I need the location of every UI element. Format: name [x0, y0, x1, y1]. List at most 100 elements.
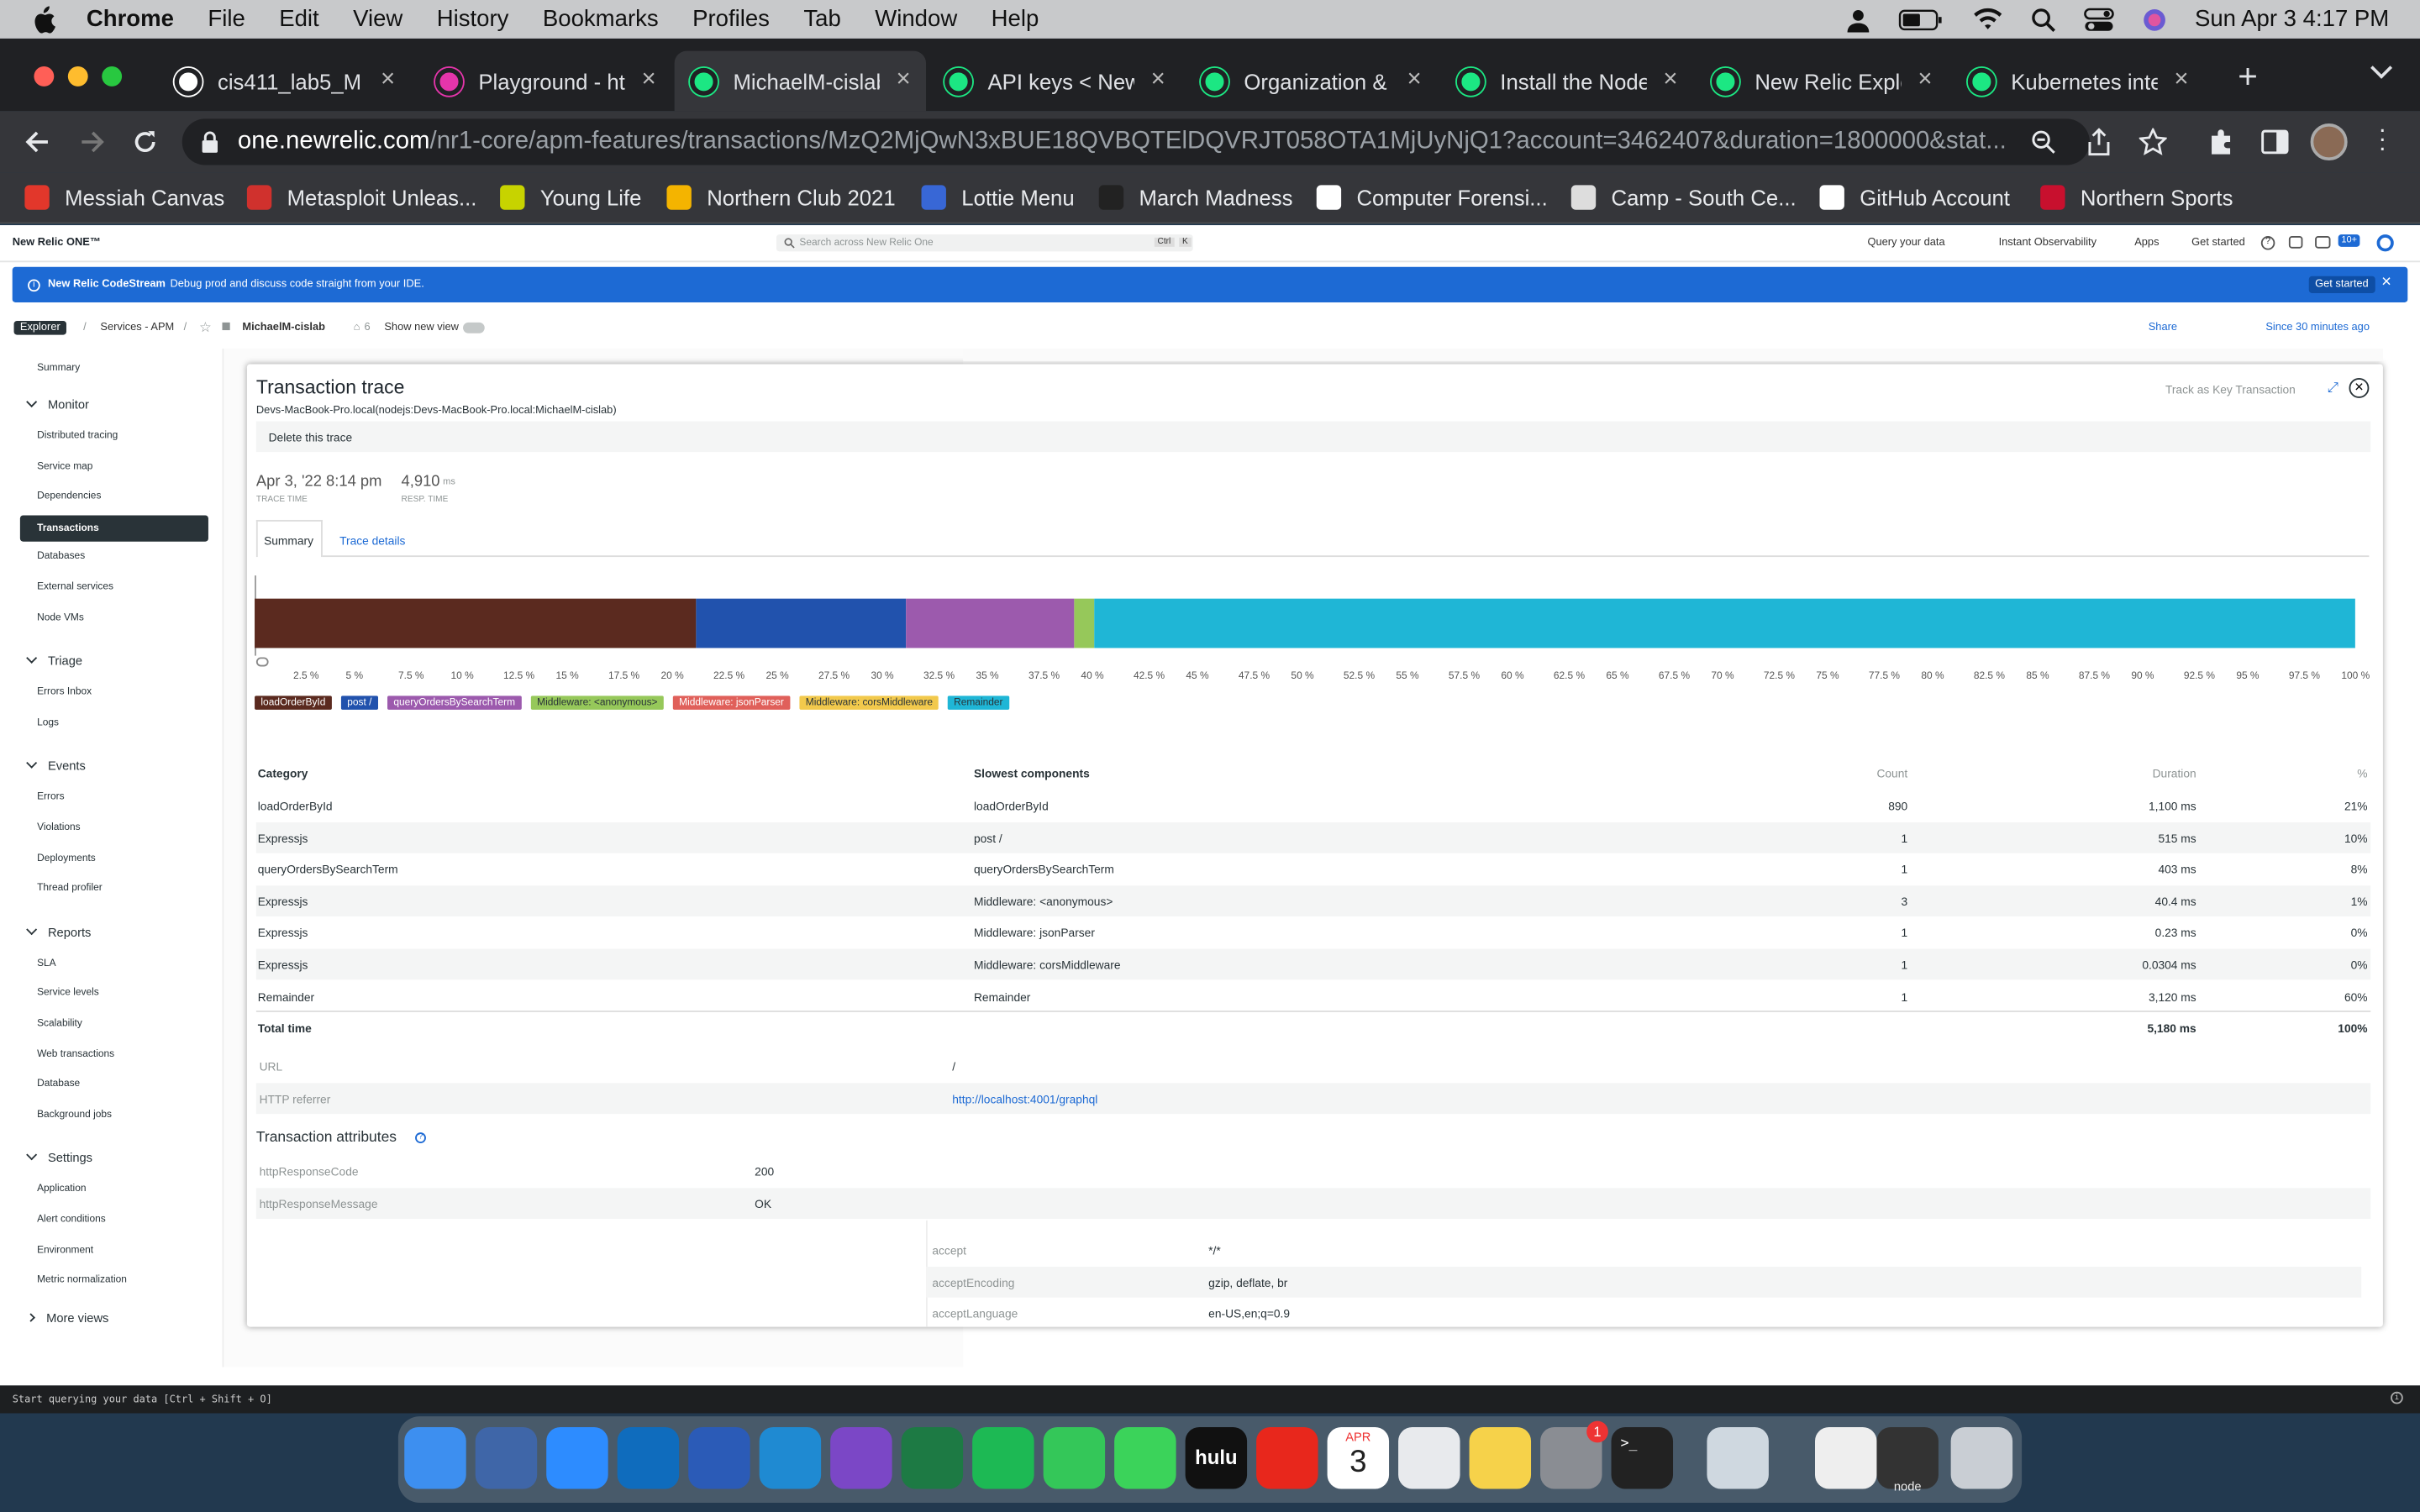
track-key-transaction-button[interactable]: Track as Key Transaction [2165, 383, 2296, 397]
delete-trace-button[interactable]: Delete this trace [269, 430, 353, 444]
bookmark-item[interactable]: Computer Forensi... [1316, 182, 1548, 213]
tab-close-icon[interactable]: × [1151, 66, 1165, 94]
sidebar-item-sla[interactable]: SLA [37, 958, 56, 969]
bookmark-item[interactable]: Messiah Canvas [24, 182, 224, 213]
lock-icon[interactable] [201, 131, 219, 153]
apple-icon[interactable] [31, 5, 55, 33]
browser-tab[interactable]: cis411_lab5_M × [159, 51, 410, 112]
tab-close-icon[interactable]: × [641, 66, 655, 94]
extensions-puzzle-icon[interactable] [2207, 128, 2235, 155]
word-icon[interactable] [688, 1426, 750, 1489]
finder-icon[interactable] [404, 1426, 466, 1489]
spotify-icon[interactable] [972, 1426, 1034, 1489]
menu-history[interactable]: History [437, 6, 509, 32]
sidebar-item-service-map[interactable]: Service map [37, 460, 92, 471]
trash-icon[interactable] [1950, 1426, 2013, 1489]
bar-segment-middleware-anonymous-[interactable] [1073, 598, 1095, 648]
banner-close-icon[interactable]: × [2381, 273, 2391, 291]
system-preferences-icon[interactable]: 1 [1540, 1420, 1608, 1489]
bar-segment-loadorderbyid[interactable] [255, 598, 696, 648]
chrome-icon[interactable] [1398, 1426, 1460, 1489]
menubar-app-name[interactable]: Chrome [87, 6, 174, 32]
siri-icon[interactable] [2143, 7, 2167, 31]
forward-icon[interactable] [81, 129, 105, 154]
outlook-icon[interactable] [617, 1426, 680, 1489]
node-window-icon[interactable]: node [1876, 1426, 1939, 1494]
sidebar-item-web-transactions[interactable]: Web transactions [37, 1048, 114, 1059]
window-close-button[interactable] [34, 66, 55, 87]
bar-segment-remainder[interactable] [1094, 598, 2355, 648]
tag-icon[interactable]: ⌂ [354, 323, 360, 333]
back-icon[interactable] [24, 129, 49, 154]
sidebar-item-deployments[interactable]: Deployments [37, 853, 96, 864]
browser-tab[interactable]: New Relic Explo × [1697, 51, 1948, 112]
status-info-icon[interactable]: i [2391, 1391, 2403, 1404]
new-view-toggle[interactable] [463, 322, 485, 333]
browser-tab[interactable]: Playground - ht × [420, 51, 671, 112]
address-bar[interactable]: one.newrelic.com/nr1-core/apm-features/t… [182, 118, 2090, 165]
sidebar-section-settings[interactable]: Settings [26, 1150, 92, 1165]
query-status-bar[interactable]: Start querying your data [Ctrl + Shift +… [0, 1385, 2420, 1414]
get-started-link[interactable]: Get started [2191, 238, 2245, 249]
table-row[interactable]: Expressjs post / 1 515 ms 10% [255, 822, 2371, 853]
calendar-icon[interactable]: APR 3 [1327, 1426, 1390, 1489]
reload-icon[interactable] [133, 129, 157, 154]
legend-item[interactable]: queryOrdersBySearchTerm [387, 696, 522, 710]
sidebar-item-thread-profiler[interactable]: Thread profiler [37, 883, 103, 894]
bookmark-star-icon[interactable] [2139, 128, 2167, 155]
sidebar-item-application[interactable]: Application [37, 1184, 86, 1194]
sidebar-item-database[interactable]: Database [37, 1079, 80, 1089]
more-views-button[interactable]: More views [26, 1311, 108, 1325]
browser-tab[interactable]: API keys < New × [929, 51, 1181, 112]
bookmark-item[interactable]: March Madness [1098, 182, 1292, 213]
tab-summary[interactable]: Summary [255, 519, 323, 558]
sidebar-item-scalability[interactable]: Scalability [37, 1018, 82, 1029]
bar-segment-post-[interactable] [695, 598, 906, 648]
sidebar-item-databases[interactable]: Databases [37, 551, 85, 562]
referrer-link[interactable]: http://localhost:4001/graphql [952, 1092, 1097, 1106]
sidebar-section-reports[interactable]: Reports [26, 923, 91, 939]
help-circle-icon[interactable]: ? [415, 1132, 426, 1144]
browser-tab[interactable]: Organization & × [1186, 51, 1437, 112]
sidebar-section-triage[interactable]: Triage [26, 653, 82, 669]
sidebar-item-dependencies[interactable]: Dependencies [37, 491, 101, 501]
table-row[interactable]: Expressjs Middleware: jsonParser 1 0.23 ms 0… [256, 917, 2370, 948]
sidebar-item-environment[interactable]: Environment [37, 1244, 93, 1255]
tab-trace-details[interactable]: Trace details [339, 534, 405, 549]
menu-help[interactable]: Help [992, 6, 1039, 32]
tab-close-icon[interactable]: × [897, 66, 911, 94]
new-tab-button[interactable]: + [2238, 60, 2258, 93]
table-row[interactable]: Remainder Remainder 1 3,120 ms 60% [256, 980, 2370, 1011]
favorite-star-icon[interactable]: ☆ [199, 319, 212, 336]
global-search-input[interactable]: Search across New Relic One Ctrl K [776, 234, 1193, 252]
menu-window[interactable]: Window [875, 6, 957, 32]
browser-tab[interactable]: Kubernetes inte × [1952, 51, 2203, 112]
spotlight-search-icon[interactable] [2031, 7, 2056, 32]
notifications-badge[interactable]: 10+ [2338, 234, 2360, 247]
terminal-icon[interactable]: >_ [1611, 1426, 1674, 1489]
chrome-menu-icon[interactable]: · · · [2378, 118, 2386, 161]
sidebar-section-monitor[interactable]: Monitor [26, 396, 89, 412]
excel-icon[interactable] [901, 1426, 964, 1489]
sidebar-item-node-vms[interactable]: Node VMs [37, 612, 84, 622]
bookmark-item[interactable]: GitHub Account [1819, 182, 2010, 213]
battery-icon[interactable] [1898, 8, 1944, 30]
profile-avatar[interactable] [2310, 123, 2348, 161]
sidebar-item-transactions[interactable]: Transactions [19, 515, 208, 542]
feedback-icon[interactable] [2288, 236, 2303, 249]
tab-close-icon[interactable]: × [1918, 66, 1932, 94]
expand-icon[interactable]: ⤢ [2328, 380, 2338, 396]
time-picker[interactable]: Since 30 minutes ago [2265, 323, 2370, 333]
sidebar-section-events[interactable]: Events [26, 758, 86, 774]
sidebar-item-external-services[interactable]: External services [37, 581, 113, 592]
legend-item[interactable]: Middleware: <anonymous> [530, 696, 664, 710]
menu-file[interactable]: File [208, 6, 245, 32]
sidebar-item-background-jobs[interactable]: Background jobs [37, 1109, 112, 1120]
legend-item[interactable]: post / [340, 696, 378, 710]
user-menu-icon[interactable] [2376, 234, 2394, 252]
instant-observability-link[interactable]: Instant Observability [1999, 238, 2096, 249]
zoom-icon[interactable] [546, 1426, 608, 1489]
breadcrumb-services-apm[interactable]: Services - APM [100, 323, 174, 333]
share-button[interactable]: Share [2149, 323, 2177, 333]
close-panel-icon[interactable]: × [2349, 378, 2370, 398]
